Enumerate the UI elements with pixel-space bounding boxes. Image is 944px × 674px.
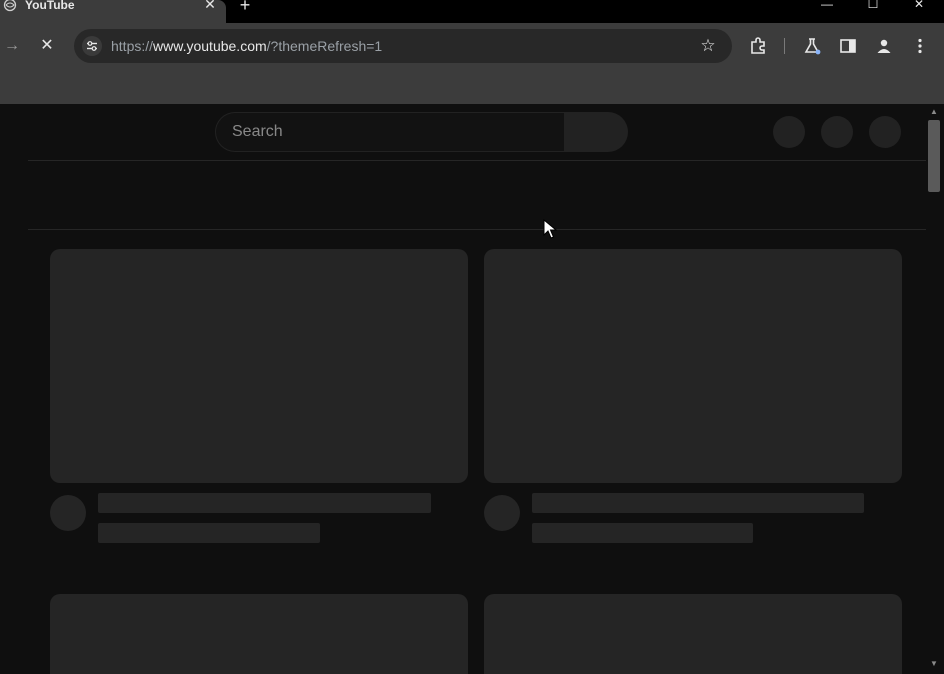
header-icon-placeholder[interactable] xyxy=(773,116,805,148)
tab-title: YouTube xyxy=(25,0,75,12)
meta-skeleton xyxy=(98,523,320,543)
video-thumbnail-skeleton[interactable] xyxy=(484,249,902,483)
header-icon-placeholder[interactable] xyxy=(821,116,853,148)
video-thumbnail-skeleton[interactable] xyxy=(484,594,902,674)
video-thumbnail-skeleton[interactable] xyxy=(50,594,468,674)
minimize-button[interactable]: — xyxy=(816,0,838,12)
globe-icon xyxy=(3,0,17,12)
url-scheme: https:// xyxy=(111,38,154,54)
scroll-up-arrow-icon[interactable]: ▲ xyxy=(929,108,939,116)
mouse-cursor-icon xyxy=(543,219,557,239)
profile-icon[interactable] xyxy=(874,36,894,56)
site-info-icon[interactable] xyxy=(82,36,102,56)
extensions-icon[interactable] xyxy=(748,36,768,56)
tab-close-icon[interactable]: ✕ xyxy=(202,0,218,12)
video-thumbnail-skeleton[interactable] xyxy=(50,249,468,483)
side-panel-icon[interactable] xyxy=(838,36,858,56)
bookmarks-bar xyxy=(0,69,944,105)
meta-skeleton xyxy=(532,523,753,543)
channel-avatar-skeleton xyxy=(50,495,86,531)
scroll-down-arrow-icon[interactable]: ▼ xyxy=(929,660,939,668)
forward-button[interactable]: → xyxy=(2,36,22,56)
search-placeholder: Search xyxy=(232,123,283,140)
labs-flask-icon[interactable] xyxy=(802,36,822,56)
menu-kebab-icon[interactable] xyxy=(910,36,930,56)
close-window-button[interactable]: ✕ xyxy=(908,0,930,12)
search-button[interactable] xyxy=(564,112,628,152)
avatar-placeholder[interactable] xyxy=(869,116,901,148)
url-path: /?themeRefresh=1 xyxy=(266,38,383,54)
url-text[interactable]: https://www.youtube.com/?themeRefresh=1 xyxy=(111,38,382,54)
maximize-button[interactable]: ☐ xyxy=(862,0,884,12)
divider xyxy=(28,229,926,230)
channel-avatar-skeleton xyxy=(484,495,520,531)
url-host: www.youtube.com xyxy=(153,38,267,54)
title-skeleton xyxy=(532,493,864,513)
new-tab-button[interactable]: + xyxy=(236,0,254,14)
scrollbar-thumb[interactable] xyxy=(928,120,940,192)
divider xyxy=(28,160,926,161)
tab-youtube[interactable]: YouTube ✕ xyxy=(0,0,226,23)
title-skeleton xyxy=(98,493,431,513)
toolbar-separator xyxy=(784,38,785,54)
bookmark-star-icon[interactable]: ☆ xyxy=(698,36,718,56)
stop-loading-button[interactable]: ✕ xyxy=(36,35,58,57)
